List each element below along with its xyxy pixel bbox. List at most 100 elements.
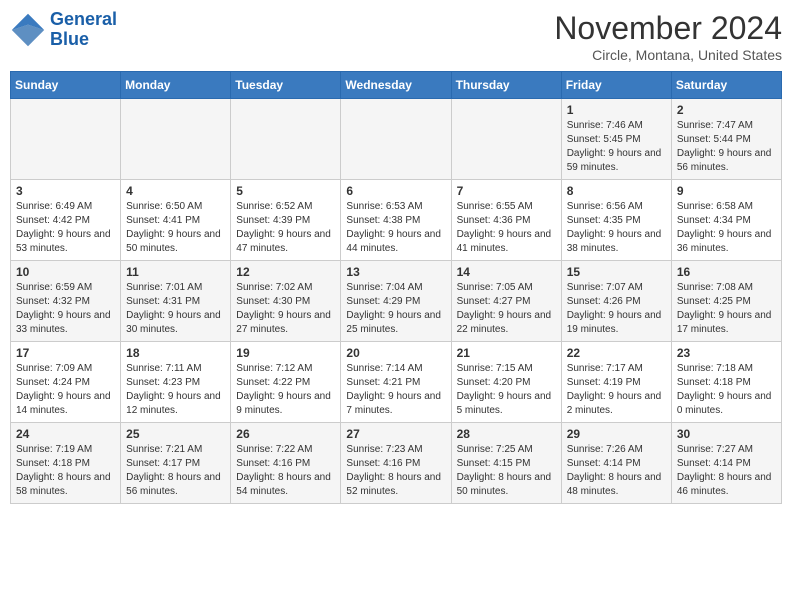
day-info: Sunrise: 7:17 AM Sunset: 4:19 PM Dayligh… <box>567 362 666 418</box>
day-info: Sunrise: 7:22 AM Sunset: 4:16 PM Dayligh… <box>236 443 335 499</box>
calendar-cell: 13 Sunrise: 7:04 AM Sunset: 4:29 PM Dayli… <box>341 261 451 342</box>
day-info: Sunrise: 6:56 AM Sunset: 4:35 PM Dayligh… <box>567 200 666 256</box>
day-number: 12 <box>236 265 335 279</box>
day-info: Sunrise: 7:02 AM Sunset: 4:30 PM Dayligh… <box>236 281 335 337</box>
calendar-week-row: 1 Sunrise: 7:46 AM Sunset: 5:45 PM Daylig… <box>11 99 782 180</box>
calendar-cell: 20Sunrise: 7:14 AM Sunset: 4:21 PM Dayli… <box>341 342 451 423</box>
weekday-header: Monday <box>121 72 231 99</box>
day-number: 23 <box>677 346 776 360</box>
page-header: General Blue November 2024 Circle, Monta… <box>10 10 782 63</box>
day-info: Sunrise: 7:04 AM Sunset: 4:29 PM Dayligh… <box>346 281 445 337</box>
day-number: 5 <box>236 184 335 198</box>
day-info: Sunrise: 7:47 AM Sunset: 5:44 PM Dayligh… <box>677 119 776 175</box>
day-number: 11 <box>126 265 225 279</box>
weekday-header: Tuesday <box>231 72 341 99</box>
day-number: 27 <box>346 427 445 441</box>
calendar-cell: 25Sunrise: 7:21 AM Sunset: 4:17 PM Dayli… <box>121 423 231 504</box>
day-number: 2 <box>677 103 776 117</box>
day-number: 29 <box>567 427 666 441</box>
calendar-cell: 21Sunrise: 7:15 AM Sunset: 4:20 PM Dayli… <box>451 342 561 423</box>
day-number: 30 <box>677 427 776 441</box>
weekday-header: Sunday <box>11 72 121 99</box>
day-number: 24 <box>16 427 115 441</box>
calendar-cell: 23 Sunrise: 7:18 AM Sunset: 4:18 PM Dayli… <box>671 342 781 423</box>
day-number: 26 <box>236 427 335 441</box>
day-number: 15 <box>567 265 666 279</box>
day-number: 9 <box>677 184 776 198</box>
calendar-cell: 8 Sunrise: 6:56 AM Sunset: 4:35 PM Daylig… <box>561 180 671 261</box>
weekday-header-row: SundayMondayTuesdayWednesdayThursdayFrid… <box>11 72 782 99</box>
day-number: 4 <box>126 184 225 198</box>
weekday-header: Friday <box>561 72 671 99</box>
day-info: Sunrise: 7:05 AM Sunset: 4:27 PM Dayligh… <box>457 281 556 337</box>
weekday-header: Thursday <box>451 72 561 99</box>
day-number: 6 <box>346 184 445 198</box>
calendar-cell: 26 Sunrise: 7:22 AM Sunset: 4:16 PM Dayli… <box>231 423 341 504</box>
title-block: November 2024 Circle, Montana, United St… <box>554 10 782 63</box>
logo-line1: General <box>50 10 117 30</box>
day-info: Sunrise: 7:01 AM Sunset: 4:31 PM Dayligh… <box>126 281 225 337</box>
day-number: 10 <box>16 265 115 279</box>
calendar-cell: 19 Sunrise: 7:12 AM Sunset: 4:22 PM Dayli… <box>231 342 341 423</box>
calendar-cell: 28 Sunrise: 7:25 AM Sunset: 4:15 PM Dayli… <box>451 423 561 504</box>
calendar-cell: 2 Sunrise: 7:47 AM Sunset: 5:44 PM Daylig… <box>671 99 781 180</box>
calendar-cell: 5 Sunrise: 6:52 AM Sunset: 4:39 PM Daylig… <box>231 180 341 261</box>
day-info: Sunrise: 7:14 AM Sunset: 4:21 PM Dayligh… <box>346 362 445 418</box>
day-info: Sunrise: 6:59 AM Sunset: 4:32 PM Dayligh… <box>16 281 115 337</box>
day-info: Sunrise: 6:58 AM Sunset: 4:34 PM Dayligh… <box>677 200 776 256</box>
day-info: Sunrise: 7:27 AM Sunset: 4:14 PM Dayligh… <box>677 443 776 499</box>
day-info: Sunrise: 7:18 AM Sunset: 4:18 PM Dayligh… <box>677 362 776 418</box>
day-info: Sunrise: 7:11 AM Sunset: 4:23 PM Dayligh… <box>126 362 225 418</box>
calendar-cell: 12 Sunrise: 7:02 AM Sunset: 4:30 PM Dayli… <box>231 261 341 342</box>
day-info: Sunrise: 6:50 AM Sunset: 4:41 PM Dayligh… <box>126 200 225 256</box>
calendar-cell: 11 Sunrise: 7:01 AM Sunset: 4:31 PM Dayli… <box>121 261 231 342</box>
calendar-week-row: 17 Sunrise: 7:09 AM Sunset: 4:24 PM Dayli… <box>11 342 782 423</box>
calendar-cell: 30 Sunrise: 7:27 AM Sunset: 4:14 PM Dayli… <box>671 423 781 504</box>
day-number: 17 <box>16 346 115 360</box>
day-info: Sunrise: 7:25 AM Sunset: 4:15 PM Dayligh… <box>457 443 556 499</box>
calendar-week-row: 10 Sunrise: 6:59 AM Sunset: 4:32 PM Dayli… <box>11 261 782 342</box>
calendar-cell: 7 Sunrise: 6:55 AM Sunset: 4:36 PM Daylig… <box>451 180 561 261</box>
day-number: 19 <box>236 346 335 360</box>
calendar-cell: 6Sunrise: 6:53 AM Sunset: 4:38 PM Daylig… <box>341 180 451 261</box>
logo-text: General Blue <box>50 10 117 50</box>
calendar-cell: 1 Sunrise: 7:46 AM Sunset: 5:45 PM Daylig… <box>561 99 671 180</box>
day-info: Sunrise: 6:55 AM Sunset: 4:36 PM Dayligh… <box>457 200 556 256</box>
day-info: Sunrise: 7:07 AM Sunset: 4:26 PM Dayligh… <box>567 281 666 337</box>
logo-line2: Blue <box>50 30 117 50</box>
calendar-cell: 4 Sunrise: 6:50 AM Sunset: 4:41 PM Daylig… <box>121 180 231 261</box>
calendar-cell: 9 Sunrise: 6:58 AM Sunset: 4:34 PM Daylig… <box>671 180 781 261</box>
calendar-cell: 17 Sunrise: 7:09 AM Sunset: 4:24 PM Dayli… <box>11 342 121 423</box>
day-info: Sunrise: 7:46 AM Sunset: 5:45 PM Dayligh… <box>567 119 666 175</box>
day-number: 14 <box>457 265 556 279</box>
calendar-cell <box>451 99 561 180</box>
calendar-cell <box>341 99 451 180</box>
day-number: 1 <box>567 103 666 117</box>
day-info: Sunrise: 6:52 AM Sunset: 4:39 PM Dayligh… <box>236 200 335 256</box>
calendar-title: November 2024 <box>554 10 782 47</box>
calendar-cell <box>11 99 121 180</box>
day-number: 13 <box>346 265 445 279</box>
day-number: 18 <box>126 346 225 360</box>
day-info: Sunrise: 7:09 AM Sunset: 4:24 PM Dayligh… <box>16 362 115 418</box>
day-number: 22 <box>567 346 666 360</box>
day-number: 3 <box>16 184 115 198</box>
day-number: 7 <box>457 184 556 198</box>
calendar-cell: 3Sunrise: 6:49 AM Sunset: 4:42 PM Daylig… <box>11 180 121 261</box>
calendar-cell: 18 Sunrise: 7:11 AM Sunset: 4:23 PM Dayli… <box>121 342 231 423</box>
calendar-cell: 27 Sunrise: 7:23 AM Sunset: 4:16 PM Dayli… <box>341 423 451 504</box>
day-number: 28 <box>457 427 556 441</box>
calendar-cell: 10 Sunrise: 6:59 AM Sunset: 4:32 PM Dayli… <box>11 261 121 342</box>
calendar-week-row: 24Sunrise: 7:19 AM Sunset: 4:18 PM Dayli… <box>11 423 782 504</box>
calendar-cell: 15 Sunrise: 7:07 AM Sunset: 4:26 PM Dayli… <box>561 261 671 342</box>
day-info: Sunrise: 7:26 AM Sunset: 4:14 PM Dayligh… <box>567 443 666 499</box>
day-info: Sunrise: 7:12 AM Sunset: 4:22 PM Dayligh… <box>236 362 335 418</box>
calendar-cell: 16Sunrise: 7:08 AM Sunset: 4:25 PM Dayli… <box>671 261 781 342</box>
day-info: Sunrise: 7:23 AM Sunset: 4:16 PM Dayligh… <box>346 443 445 499</box>
day-info: Sunrise: 7:21 AM Sunset: 4:17 PM Dayligh… <box>126 443 225 499</box>
calendar-cell <box>121 99 231 180</box>
day-number: 8 <box>567 184 666 198</box>
calendar-cell <box>231 99 341 180</box>
day-number: 21 <box>457 346 556 360</box>
calendar-cell: 24Sunrise: 7:19 AM Sunset: 4:18 PM Dayli… <box>11 423 121 504</box>
